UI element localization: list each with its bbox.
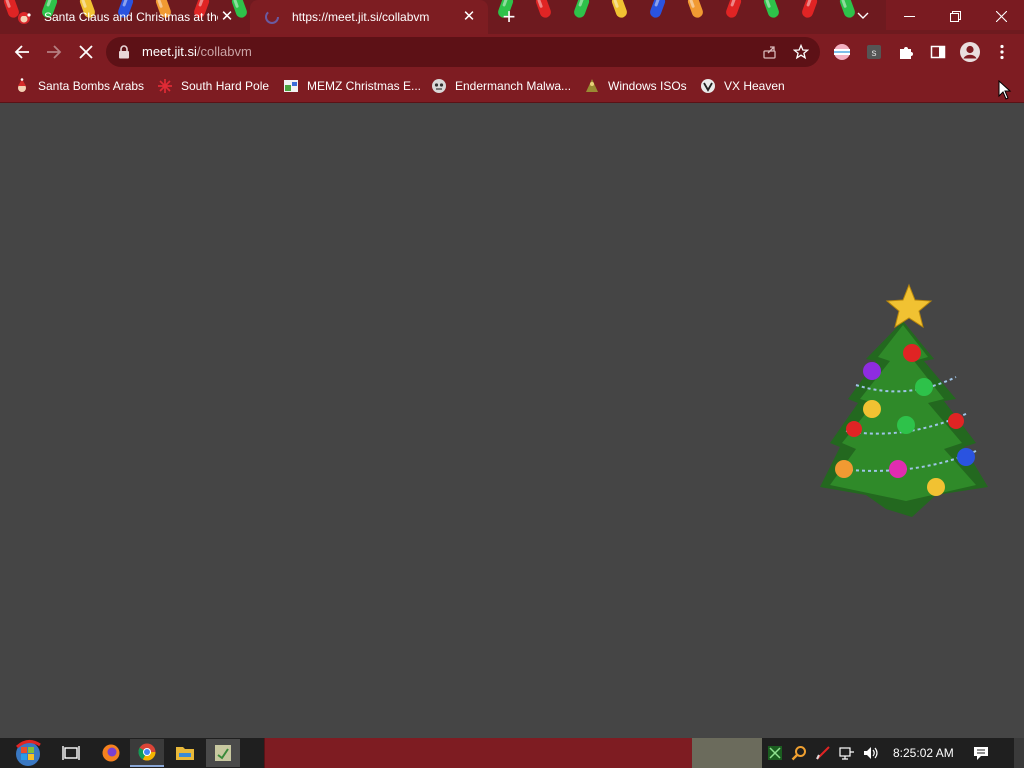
bookmark-memz-christmas[interactable]: MEMZ Christmas E... (283, 76, 421, 96)
plus-icon: + (502, 4, 516, 29)
close-icon[interactable]: ✕ (460, 8, 478, 26)
christmas-light (724, 0, 743, 20)
bookmark-label: Endermanch Malwa... (455, 79, 572, 93)
new-tab-button[interactable]: + (497, 5, 521, 29)
star-icon[interactable] (789, 40, 813, 64)
tab-meet-jitsi[interactable]: https://meet.jit.si/collabvm ✕ (250, 0, 488, 34)
arrow-right-icon (47, 45, 62, 59)
taskbar: 8:25:02 AM (0, 738, 1024, 768)
tray-app-icon[interactable] (764, 739, 786, 767)
restore-icon (949, 10, 961, 22)
stop-loading-button[interactable] (72, 38, 100, 66)
arrow-left-icon (14, 45, 29, 59)
pen-tray-icon[interactable] (812, 739, 834, 767)
notifications-icon (974, 746, 988, 760)
firefox-icon (102, 744, 120, 762)
taskbar-active-window[interactable] (264, 738, 693, 768)
url-path: /collabvm (196, 44, 252, 59)
task-view-button[interactable] (54, 739, 88, 767)
restore-button[interactable] (932, 0, 978, 30)
close-icon (79, 45, 93, 59)
christmas-light (572, 0, 591, 20)
endermanch-icon (431, 78, 447, 94)
christmas-light (648, 0, 667, 20)
firefox-button[interactable] (94, 739, 128, 767)
close-window-button[interactable] (978, 0, 1024, 30)
windows-iso-icon (584, 78, 600, 94)
bookmark-label: MEMZ Christmas E... (307, 79, 422, 93)
flag-extension-icon[interactable] (830, 40, 854, 64)
windows-start-icon (15, 740, 41, 766)
file-explorer-icon (176, 747, 194, 760)
chrome-button[interactable] (130, 739, 164, 767)
tab-strip: Santa Claus and Christmas at the ✕ https… (0, 0, 1024, 34)
minimize-icon (903, 15, 915, 17)
back-button[interactable] (8, 38, 36, 66)
close-icon (995, 10, 1007, 23)
forward-button[interactable] (40, 38, 68, 66)
network-icon[interactable] (836, 739, 858, 767)
search-tray-icon[interactable] (788, 739, 810, 767)
bookmark-label: VX Heaven (724, 79, 785, 93)
santa-icon (14, 78, 30, 94)
tab-title: Santa Claus and Christmas at the (44, 10, 218, 24)
show-desktop-button[interactable] (1014, 738, 1024, 768)
christmas-light (610, 0, 629, 20)
notifications-button[interactable] (964, 739, 998, 767)
kebab-menu-icon[interactable] (990, 40, 1014, 64)
snowflake-icon (157, 78, 173, 94)
lock-icon (119, 45, 129, 59)
taskbar-app-button[interactable] (206, 739, 240, 767)
tab-search-button[interactable] (840, 0, 886, 30)
address-bar[interactable]: meet.jit.si/collabvm (106, 37, 820, 67)
chevron-down-icon (857, 12, 869, 20)
minimize-button[interactable] (886, 0, 932, 30)
page-content (0, 103, 1024, 737)
url-text: meet.jit.si/collabvm (142, 44, 252, 59)
christmas-light (762, 0, 781, 20)
christmas-light (686, 0, 705, 20)
side-panel-icon[interactable] (926, 40, 950, 64)
christmas-light (534, 0, 553, 20)
bookmark-windows-isos[interactable]: Windows ISOs (584, 76, 687, 96)
vx-heaven-icon (700, 78, 716, 94)
memz-icon (283, 78, 299, 94)
bookmark-vx-heaven[interactable]: VX Heaven (700, 76, 785, 96)
app-icon (215, 745, 231, 761)
taskbar-clock[interactable]: 8:25:02 AM (893, 746, 954, 760)
close-icon[interactable]: ✕ (218, 8, 236, 26)
svg-text:s: s (872, 48, 877, 59)
bookmark-endermanch-malware[interactable]: Endermanch Malwa... (431, 76, 571, 96)
puzzle-icon[interactable] (894, 40, 918, 64)
bookmark-label: South Hard Pole (181, 79, 270, 93)
file-explorer-button[interactable] (168, 739, 202, 767)
avatar-icon[interactable] (958, 40, 982, 64)
task-view-icon (62, 746, 80, 760)
browser-toolbar: meet.jit.si/collabvm s (0, 34, 1024, 70)
bookmark-label: Santa Bombs Arabs (38, 79, 145, 93)
chrome-icon (138, 743, 156, 761)
taskbar-background-image (692, 738, 762, 768)
mouse-cursor-icon (998, 80, 1012, 100)
tab-santa-claus[interactable]: Santa Claus and Christmas at the ✕ (2, 0, 246, 34)
share-icon[interactable] (758, 40, 782, 64)
start-button[interactable] (8, 739, 48, 767)
bookmark-label: Windows ISOs (608, 79, 687, 93)
tab-title: https://meet.jit.si/collabvm (292, 10, 430, 24)
url-host: meet.jit.si (142, 44, 197, 59)
bookmark-santa-bombs-arabs[interactable]: Santa Bombs Arabs (14, 76, 144, 96)
santa-favicon-icon (16, 9, 32, 25)
christmas-light (800, 0, 819, 20)
bookmarks-bar: Santa Bombs Arabs South Hard Pole MEMZ C… (0, 70, 1024, 103)
christmas-tree-icon (820, 283, 988, 517)
bookmark-south-hard-pole[interactable]: South Hard Pole (157, 76, 269, 96)
loading-spinner-icon (264, 9, 280, 25)
volume-icon[interactable] (860, 739, 882, 767)
s-extension-icon[interactable]: s (862, 40, 886, 64)
